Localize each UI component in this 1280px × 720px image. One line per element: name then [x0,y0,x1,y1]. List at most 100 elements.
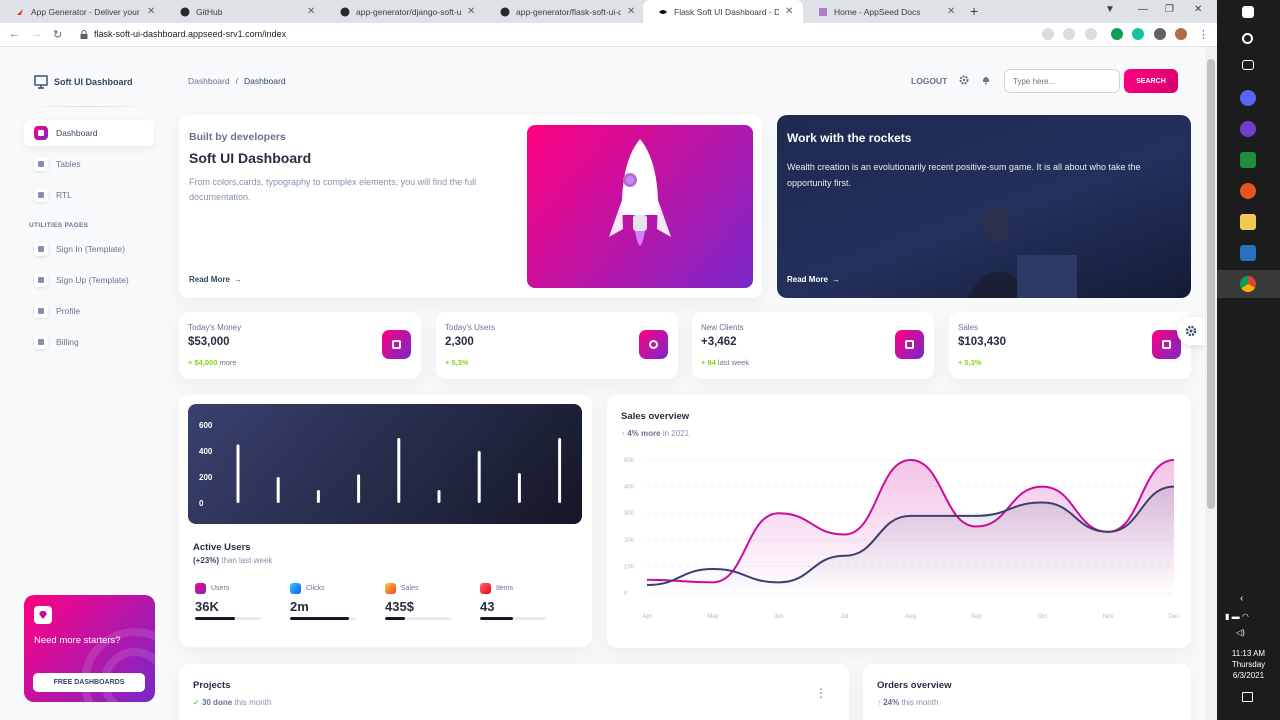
metric-progress [385,617,451,620]
close-icon[interactable]: ✕ [467,6,477,17]
metric-progress-fill [290,617,350,620]
powershell-icon[interactable] [1240,245,1256,261]
github-desktop-icon[interactable] [1240,121,1256,137]
metric-progress [195,617,261,620]
maximize-icon[interactable]: ❐ [1165,4,1174,15]
x-tick-label: Oct [1038,614,1048,620]
spreadsheet-icon[interactable] [1240,152,1256,168]
file-explorer-icon[interactable] [1240,214,1256,230]
y-tick-label: 200 [199,473,213,482]
sidebar-item-label: Profile [56,306,81,316]
new-tab-icon[interactable]: + [970,3,978,19]
profile-avatar[interactable] [1175,28,1187,40]
grammarly-icon[interactable] [1132,28,1144,40]
rockets-card: Work with the rockets Wealth creation is… [777,115,1191,298]
close-window-icon[interactable]: ✕ [1194,4,1202,15]
url-field[interactable]: flask-soft-ui-dashboard.appseed-srv1.com… [94,29,286,39]
forward-icon[interactable]: → [31,28,42,40]
discord-icon[interactable] [1240,90,1256,106]
chrome-icon[interactable] [1240,276,1256,292]
stat-label: Sales [958,323,979,332]
sidebar-item-billing[interactable]: Billing [24,329,154,355]
stat-value: +3,462 [701,336,737,348]
hero-card: Built by developers Soft UI Dashboard Fr… [179,115,762,298]
browser-tab[interactable]: app-generator/django-soft-ui-d ✕ [325,0,485,23]
read-more-link[interactable]: Read More → [189,275,242,284]
browser-tab[interactable]: App Generator - Deliver your pr ✕ [0,0,165,23]
sidebar-item-sign-in[interactable]: Sign In (Template) [24,236,154,262]
windows-taskbar: ‹ ▮ ▬ ◠ ◁) [1217,0,1280,720]
metric-progress-fill [385,617,405,620]
brand-name: Soft UI Dashboard [54,77,133,87]
arrow-up-icon: ↑ [877,698,881,707]
tab-label: app-generator/django-soft-ui-d [356,6,461,17]
more-vertical-icon[interactable]: ⋮ [815,686,827,700]
extension-icon[interactable] [1111,28,1123,40]
task-view-icon[interactable] [1242,60,1254,70]
sidebar-item-tables[interactable]: Tables [24,151,154,177]
bar [236,444,240,503]
metric-progress [480,617,546,620]
zoom-icon[interactable] [1063,28,1075,40]
browser-tab[interactable]: Home - AppSeed Docs ✕ [803,0,965,23]
browser-tab-active[interactable]: Flask Soft UI Dashboard - Dashb ✕ [643,0,803,23]
breadcrumb-current: Dashboard [243,76,286,86]
read-more-link[interactable]: Read More → [787,275,840,284]
search-button[interactable]: SEARCH [1124,69,1178,93]
page-scrollbar[interactable] [1205,47,1217,720]
close-icon[interactable]: ✕ [307,6,317,17]
close-icon[interactable]: ✕ [785,6,795,17]
stat-label: New Clients [701,323,744,332]
settings-icon [480,583,491,594]
orders-change: 24% [883,698,900,707]
x-tick-label: Jun [774,614,784,620]
browser-tab[interactable]: GitHub ✕ [165,0,325,23]
browser-tab[interactable]: app-generator/flask-soft-ui-das ✕ [485,0,645,23]
bell-icon[interactable] [981,75,991,85]
world-icon [639,330,668,359]
notification-icon[interactable] [1242,692,1253,702]
search-input[interactable] [1004,69,1120,93]
more-menu-icon[interactable]: ⋮ [1198,28,1209,41]
extensions-puzzle-icon[interactable] [1154,28,1166,40]
metric-value: 435$ [385,599,414,614]
close-icon[interactable]: ✕ [147,6,157,17]
volume-icon[interactable]: ◁) [1236,628,1245,637]
chevron-up-icon[interactable]: ‹ [1240,593,1243,604]
projects-subtitle: ✓ 30 done this month [193,698,271,707]
paper-icon [895,330,924,359]
diamond-icon [34,606,52,624]
stat-value: $103,430 [958,336,1006,348]
close-icon[interactable]: ✕ [627,6,637,17]
key-icon[interactable] [1042,28,1054,40]
search-icon[interactable] [1242,33,1253,44]
stat-change-suffix: more [219,358,237,367]
sidebar-item-dashboard[interactable]: Dashboard [24,120,154,146]
back-icon[interactable]: ← [9,28,20,40]
star-icon[interactable] [1085,28,1097,40]
orders-overview-card: Orders overview ↑ 24% this month [863,664,1191,720]
github-icon [179,6,190,17]
sidebar-item-profile[interactable]: Profile [24,298,154,324]
windows-start-icon[interactable] [1242,6,1254,18]
scrollbar-thumb[interactable] [1207,59,1215,509]
reload-icon[interactable]: ↻ [53,28,62,41]
minimize-icon[interactable]: — [1138,4,1148,15]
sidebar-item-rtl[interactable]: RTL [24,182,154,208]
close-icon[interactable]: ✕ [947,6,957,17]
y-tick-label: 300 [624,511,635,517]
active-users-subtitle: (+23%) than last week [193,556,272,565]
free-dashboards-button[interactable]: FREE DASHBOARDS [33,673,145,692]
document-icon [195,583,206,594]
breadcrumb-link[interactable]: Dashboard [188,76,230,86]
configurator-toggle-button[interactable] [1177,317,1205,345]
tray-icons[interactable]: ▮ ▬ ◠ [1225,612,1249,621]
ubuntu-icon[interactable] [1240,183,1256,199]
gear-icon[interactable] [959,75,969,85]
sidebar-item-sign-up[interactable]: Sign Up (Template) [24,267,154,293]
logout-link[interactable]: LOGOUT [911,76,947,86]
tab-search-icon[interactable]: ▼ [1105,4,1115,15]
bar [517,473,521,503]
sidebar-brand[interactable]: Soft UI Dashboard [34,75,133,89]
taskbar-clock[interactable]: 11:13 AM Thursday 6/3/2021 [1217,648,1280,681]
